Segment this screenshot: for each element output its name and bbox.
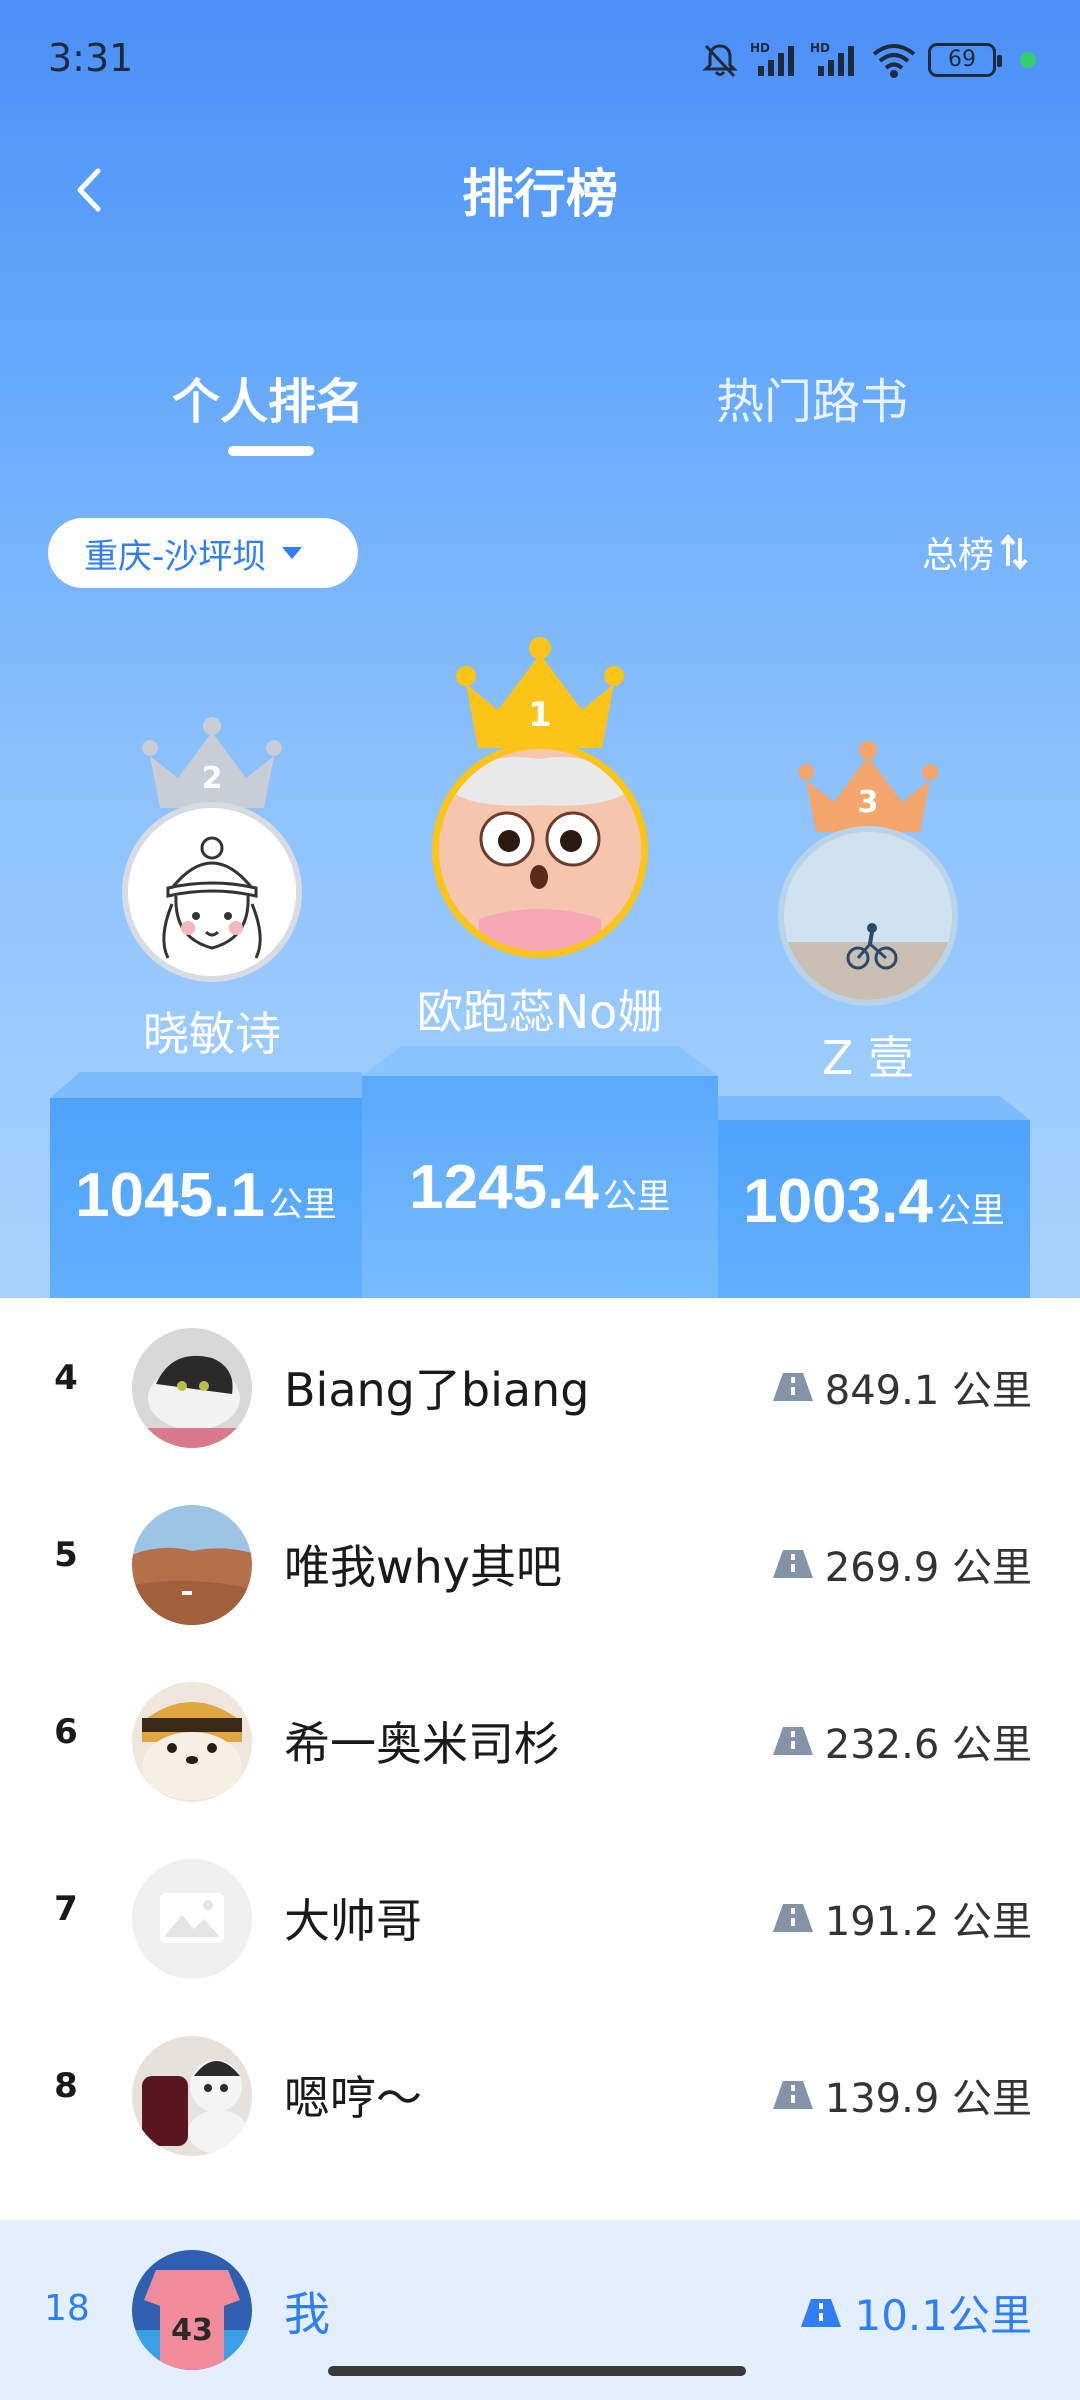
distance: 139.9 公里 <box>772 2066 1032 2124</box>
distance-unit: 公里 <box>602 1177 671 1217</box>
image-placeholder-icon <box>132 1859 252 1979</box>
crown-rank-2: 2 <box>202 761 223 796</box>
crown-silver-icon: 2 <box>142 717 282 808</box>
avatar <box>132 1682 252 1802</box>
list-item[interactable]: 6 希一奥米司杉 232.6 公里 <box>0 1652 1080 1829</box>
girl-sketch-avatar <box>128 808 296 976</box>
podium-top-rank-2 <box>50 1072 362 1098</box>
road-icon <box>772 1550 813 1578</box>
cartoon-sheep-avatar <box>439 749 641 951</box>
avatar <box>132 1328 252 1448</box>
distance-text: 139.9 公里 <box>824 2076 1032 2122</box>
status-icons: HD HD 69 <box>700 36 1036 84</box>
rank-number: 4 <box>54 1358 78 1398</box>
privacy-dot <box>1020 52 1036 68</box>
user-name: Biang了biang <box>284 1363 590 1417</box>
distance-unit: 公里 <box>268 1185 337 1225</box>
distance-text: 269.9 公里 <box>824 1545 1032 1591</box>
wifi-icon <box>872 44 916 78</box>
list-item[interactable]: 7 大帅哥 191.2 公里 <box>0 1829 1080 2006</box>
user-name: 希一奥米司杉 <box>284 1717 560 1771</box>
hd-label-2: HD <box>810 41 830 55</box>
road-icon <box>772 1373 813 1401</box>
user-name: 大帅哥 <box>284 1894 422 1948</box>
caret-down-icon <box>282 547 303 559</box>
cat-photo-avatar <box>132 1328 252 1448</box>
page-title: 排行榜 <box>461 165 618 225</box>
road-icon <box>772 1727 813 1755</box>
avatar <box>132 1505 252 1625</box>
cartoon-animal-avatar <box>132 1682 252 1802</box>
list-item[interactable]: 5 唯我why其吧 269.9 公里 <box>0 1475 1080 1652</box>
distance-text: 849.1 公里 <box>824 1368 1032 1414</box>
user-name: 唯我why其吧 <box>284 1540 562 1594</box>
distance: 232.6 公里 <box>772 1712 1032 1770</box>
distance-unit: 公里 <box>936 1191 1005 1231</box>
cat-drink-photo-avatar <box>132 2036 252 2156</box>
jersey-photo-avatar: 43 <box>132 2250 252 2370</box>
desert-photo-avatar <box>132 1505 252 1625</box>
status-bar: 3:31 HD HD 69 <box>0 0 1080 120</box>
mute-bell-icon <box>702 44 738 78</box>
crown-rank-3: 3 <box>858 785 879 820</box>
podium-top-rank-3 <box>718 1096 1030 1120</box>
my-user-name: 我 <box>284 2287 330 2341</box>
podium-distance-rank-2: 1045.1 公里 <box>50 1160 362 1231</box>
cyclist-photo-avatar <box>784 832 952 1000</box>
podium-top-rank-1 <box>362 1046 718 1076</box>
podium-distance-rank-1: 1245.4 公里 <box>362 1152 718 1223</box>
home-indicator[interactable] <box>328 2366 746 2376</box>
road-icon <box>772 1904 813 1932</box>
distance-value: 1245.4 <box>409 1153 599 1222</box>
rank-number: 5 <box>54 1535 78 1575</box>
tab-personal-ranking[interactable]: 个人排名 <box>172 362 364 432</box>
distance-text: 232.6 公里 <box>824 1722 1032 1768</box>
svg-text:43: 43 <box>171 2313 213 2348</box>
distance-value: 1045.1 <box>75 1161 265 1230</box>
hd-label-1: HD <box>750 41 770 55</box>
crown-gold-icon: 1 <box>456 637 624 748</box>
road-icon <box>772 2081 813 2109</box>
my-distance-text: 10.1公里 <box>854 2291 1032 2340</box>
distance: 849.1 公里 <box>772 1358 1032 1416</box>
ranking-type-label: 总榜 <box>921 535 994 576</box>
rank-number: 6 <box>54 1712 78 1752</box>
active-tab-indicator <box>228 446 314 456</box>
ranking-type-toggle[interactable]: 总榜 <box>922 526 1028 578</box>
battery-indicator: 69 <box>928 43 1002 77</box>
avatar <box>132 1859 252 1979</box>
my-rank-number: 18 <box>44 2288 90 2329</box>
list-item[interactable]: 4 Biang了biang 849.1 公里 <box>0 1298 1080 1475</box>
podium-distance-rank-3: 1003.4 公里 <box>718 1166 1030 1237</box>
crown-rank-1: 1 <box>528 695 552 735</box>
podium-name-rank-1: 欧跑蕊No姗 <box>416 985 664 1039</box>
rank-number: 7 <box>54 1889 78 1929</box>
distance-value: 1003.4 <box>743 1167 933 1236</box>
region-label: 重庆-沙坪坝 <box>84 536 267 577</box>
distance: 269.9 公里 <box>772 1535 1032 1593</box>
my-distance: 10.1公里 <box>800 2282 1032 2343</box>
my-avatar: 43 <box>132 2250 252 2370</box>
distance: 191.2 公里 <box>772 1889 1032 1947</box>
avatar-rank-2[interactable] <box>122 802 302 982</box>
sort-arrows-icon <box>1000 534 1028 570</box>
avatar <box>132 2036 252 2156</box>
podium-name-rank-2: 晓敏诗 <box>143 1007 281 1061</box>
signal-1-icon: HD <box>750 41 794 76</box>
avatar-rank-1[interactable] <box>432 742 648 958</box>
crown-bronze-icon: 3 <box>798 741 938 832</box>
tab-popular-routes[interactable]: 热门路书 <box>716 362 908 432</box>
rank-number: 8 <box>54 2066 78 2106</box>
road-icon <box>801 2298 842 2327</box>
region-select[interactable]: 重庆-沙坪坝 <box>48 518 358 588</box>
podium-name-rank-3: Z 壹 <box>821 1031 915 1085</box>
avatar-rank-3[interactable] <box>778 826 958 1006</box>
list-item[interactable]: 8 嗯哼～ 139.9 公里 <box>0 2006 1080 2183</box>
distance-text: 191.2 公里 <box>824 1899 1032 1945</box>
status-time: 3:31 <box>48 36 134 80</box>
user-name: 嗯哼～ <box>284 2071 422 2125</box>
signal-2-icon: HD <box>810 41 854 76</box>
